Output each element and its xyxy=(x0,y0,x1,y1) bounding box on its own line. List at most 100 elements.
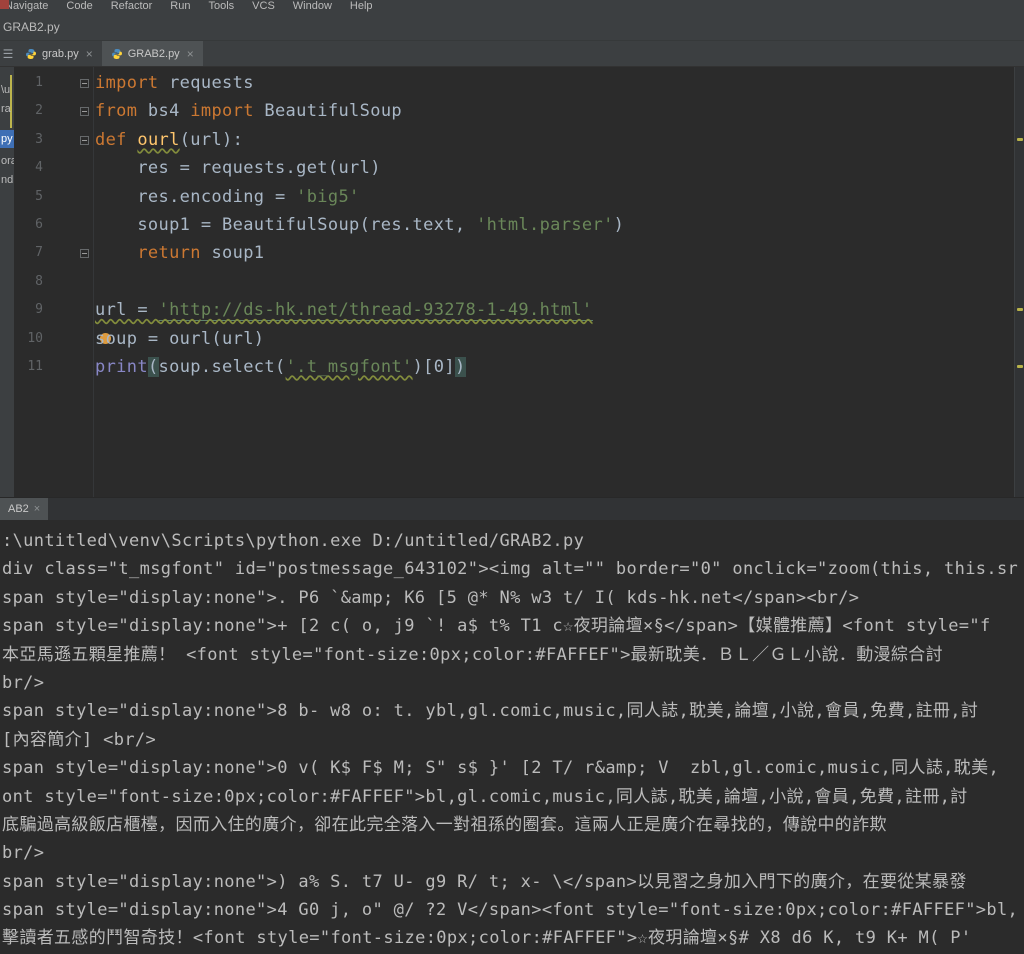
line-number: 4 xyxy=(35,160,43,176)
menu-items: Navigate Code Refactor Run Tools VCS Window Hel… xyxy=(5,0,1024,13)
tab-list-icon[interactable]: ☰ xyxy=(0,41,16,66)
close-run-tab-icon[interactable]: × xyxy=(34,503,40,515)
fold-slot xyxy=(78,268,92,296)
python-file-icon xyxy=(25,48,37,60)
fold-marker-icon[interactable] xyxy=(80,79,89,88)
fold-column xyxy=(78,69,92,381)
project-item[interactable]: \u xyxy=(1,81,14,99)
project-item[interactable]: nd xyxy=(1,171,14,189)
menu-item-run[interactable]: Run xyxy=(170,0,190,13)
fold-marker-icon[interactable] xyxy=(80,249,89,259)
warning-stripe-mark[interactable] xyxy=(1017,308,1023,311)
line-number: 6 xyxy=(35,216,43,232)
code-token: import xyxy=(95,73,159,93)
code-token: 'html.parser' xyxy=(476,214,614,235)
line-numbers: 1 2 3 4 5 6 7 8 9 10 11 xyxy=(14,69,46,381)
code-line[interactable]: import requests xyxy=(95,69,624,97)
fold-marker-icon[interactable] xyxy=(80,135,89,145)
line-number: 10 xyxy=(27,330,43,346)
console-line: span style="display:none">8 b- w8 o: t. … xyxy=(2,701,979,722)
code-line[interactable] xyxy=(95,268,624,296)
line-number: 8 xyxy=(35,273,43,289)
code-token: def xyxy=(95,129,127,150)
menu-item-navigate[interactable]: Navigate xyxy=(5,0,48,13)
run-tab-label: AB2 xyxy=(8,503,29,515)
code-line[interactable]: def ourl(url): xyxy=(95,126,624,154)
code-line[interactable]: res = requests.get(url) xyxy=(95,154,624,182)
code-token: soup.select( xyxy=(158,356,286,377)
code-token: 'big5' xyxy=(296,186,360,207)
fold-slot xyxy=(78,353,92,381)
code-token: '.t_msgfont' xyxy=(285,356,413,377)
code-token: import xyxy=(190,101,254,122)
close-tab-icon[interactable]: × xyxy=(187,47,194,61)
fold-slot xyxy=(78,69,92,97)
line-number: 11 xyxy=(27,358,43,374)
fold-slot xyxy=(78,239,92,267)
project-sliver[interactable]: \u ra py ora nd xyxy=(0,67,14,497)
console-line: span style="display:none">) a% S. t7 U- … xyxy=(2,871,967,892)
console-line: ont style="font-size:0px;color:#FAFFEF">… xyxy=(2,786,968,807)
code-line[interactable]: print(soup.select('.t_msgfont')[0]) xyxy=(95,353,624,381)
breadcrumb-file[interactable]: GRAB2.py xyxy=(3,20,60,34)
fold-slot xyxy=(78,97,92,125)
project-item[interactable]: py xyxy=(0,130,14,148)
project-item[interactable]: ora xyxy=(1,152,14,170)
menu-item-vcs[interactable]: VCS xyxy=(252,0,275,13)
console-line: br/> xyxy=(2,843,45,864)
tab-grab2-py[interactable]: GRAB2.py × xyxy=(101,41,203,66)
code-token: (url): xyxy=(179,129,244,150)
console-line: span style="display:none">4 G0 j, o" @/ … xyxy=(2,900,1019,921)
code-token: ( xyxy=(147,356,159,377)
code-token: 'http://ds-hk.net/thread-93278-1-49.html… xyxy=(158,300,593,322)
code-token: requests xyxy=(158,73,254,93)
fold-slot xyxy=(78,325,92,353)
error-stripe[interactable] xyxy=(1014,67,1024,497)
code-token: res.encoding = xyxy=(95,186,297,207)
line-number: 3 xyxy=(35,131,43,147)
menu-item-refactor[interactable]: Refactor xyxy=(111,0,153,13)
code-line[interactable]: res.encoding = 'big5' xyxy=(95,183,624,211)
menu-item-tools[interactable]: Tools xyxy=(208,0,234,13)
menu-item-help[interactable]: Help xyxy=(350,0,373,13)
fold-marker-icon[interactable] xyxy=(80,107,89,117)
console-line: br/> xyxy=(2,672,45,693)
console-output[interactable]: :\untitled\venv\Scripts\python.exe D:/un… xyxy=(0,520,1024,954)
code-line[interactable]: soup1 = BeautifulSoup(res.text, 'html.pa… xyxy=(95,211,624,239)
warning-stripe-mark[interactable] xyxy=(1017,365,1023,368)
line-number: 5 xyxy=(35,188,43,204)
code-token: ourl xyxy=(137,129,180,150)
menu-item-window[interactable]: Window xyxy=(293,0,332,13)
console-line: 本亞馬遜五顆星推薦！ <font style="font-size:0px;co… xyxy=(2,644,943,665)
code-token: from xyxy=(95,101,138,122)
console-line: 底騙過高級飯店櫃檯，因而入住的廣介，卻在此完全落入一對祖孫的圈套。這兩人正是廣介… xyxy=(2,814,887,835)
code-lines[interactable]: import requests from bs4 import Beautiful… xyxy=(95,69,624,381)
warning-stripe-mark[interactable] xyxy=(1017,138,1023,141)
project-item[interactable]: ra xyxy=(1,100,14,118)
code-token: url = xyxy=(95,300,159,321)
fold-slot xyxy=(78,126,92,154)
fold-slot xyxy=(78,296,92,324)
tab-label: GRAB2.py xyxy=(127,47,180,60)
run-tab-grab2[interactable]: AB2 × xyxy=(0,498,49,520)
close-tab-icon[interactable]: × xyxy=(86,47,93,61)
console-line: [內容簡介] <br/> xyxy=(2,729,157,750)
menu-bar: Navigate Code Refactor Run Tools VCS Window Hel… xyxy=(0,0,1024,13)
app-icon-fragment xyxy=(0,0,9,9)
code-line[interactable]: return soup1 xyxy=(95,239,624,267)
code-line[interactable]: from bs4 import BeautifulSoup xyxy=(95,97,624,125)
code-token: ) xyxy=(613,214,625,235)
menu-item-code[interactable]: Code xyxy=(66,0,92,13)
code-token: print xyxy=(95,356,148,377)
code-token: ) xyxy=(454,356,466,377)
code-line[interactable]: url = 'http://ds-hk.net/thread-93278-1-4… xyxy=(95,296,624,324)
code-token: soup1 = BeautifulSoup(res.text, xyxy=(95,214,477,235)
code-line[interactable]: soup = ourl(url) xyxy=(95,325,624,353)
editor[interactable]: \u ra py ora nd 1 2 3 4 5 6 7 8 9 10 11 import request… xyxy=(0,67,1024,497)
console-line: :\untitled\venv\Scripts\python.exe D:/un… xyxy=(2,531,585,551)
console-line: span style="display:none">+ [2 c( o, j9 … xyxy=(2,616,991,637)
tab-grab-py[interactable]: grab.py × xyxy=(16,41,102,66)
fold-slot xyxy=(78,183,92,211)
